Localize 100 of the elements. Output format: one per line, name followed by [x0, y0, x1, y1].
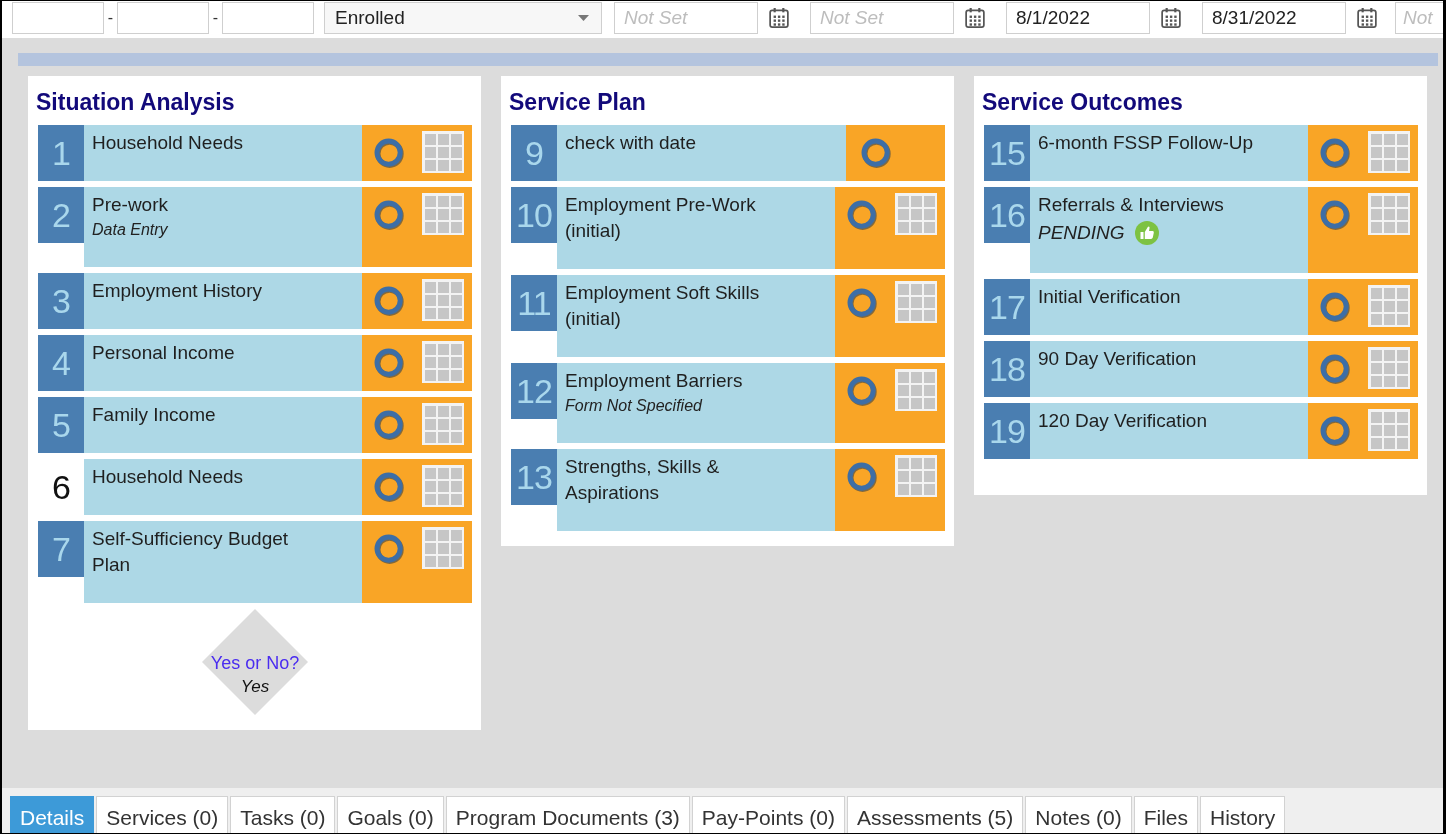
caret-icon [578, 15, 589, 21]
tab[interactable]: Assessments (5) [846, 796, 1024, 833]
ring-icon[interactable] [374, 348, 404, 378]
ring-icon[interactable] [847, 462, 877, 492]
tab[interactable]: Services (0) [96, 796, 229, 833]
grid-icon[interactable] [422, 279, 464, 321]
step-label: 90 Day Verification [1038, 347, 1197, 371]
step-label: Referrals & Interviews [1038, 193, 1224, 217]
step-label: Household Needs [92, 131, 244, 155]
grid-icon[interactable] [895, 193, 937, 235]
step-label: Employment Pre-Work (initial) [565, 193, 757, 243]
grid-icon[interactable] [895, 455, 937, 497]
step-number: 18 [984, 341, 1030, 397]
ring-icon[interactable] [847, 288, 877, 318]
step-number: 1 [38, 125, 84, 181]
ring-icon[interactable] [374, 200, 404, 230]
ring-icon[interactable] [847, 376, 877, 406]
step-label: 120 Day Verification [1038, 409, 1207, 433]
step-number: 12 [511, 363, 557, 419]
step-number: 9 [511, 125, 557, 181]
grid-icon[interactable] [1368, 131, 1410, 173]
date-field[interactable]: 8/31/2022 [1202, 2, 1346, 34]
decision-question-link[interactable]: Yes or No? [210, 651, 300, 675]
step-number: 4 [38, 335, 84, 391]
id-separator: - [211, 8, 220, 28]
tab[interactable]: Goals (0) [337, 796, 444, 833]
grid-icon[interactable] [895, 281, 937, 323]
step-number: 11 [511, 275, 557, 331]
ring-icon[interactable] [1320, 200, 1350, 230]
ring-icon[interactable] [374, 472, 404, 502]
ring-icon[interactable] [1320, 354, 1350, 384]
date-field[interactable]: Not Set [810, 2, 954, 34]
step-label: Household Needs [92, 465, 244, 489]
step-note: Data Entry [92, 220, 168, 240]
step-label: check with date [565, 131, 696, 155]
step-number: 6 [51, 466, 71, 508]
ring-icon[interactable] [1320, 292, 1350, 322]
grid-icon[interactable] [422, 465, 464, 507]
grid-icon[interactable] [422, 131, 464, 173]
step-label: Family Income [92, 403, 216, 427]
grid-icon[interactable] [1368, 409, 1410, 451]
step-label: Personal Income [92, 341, 235, 365]
grid-icon[interactable] [895, 369, 937, 411]
grid-icon[interactable] [422, 403, 464, 445]
step-number: 16 [984, 187, 1030, 243]
step-number: 3 [38, 273, 84, 329]
status-select[interactable]: Enrolled [324, 2, 602, 34]
tab[interactable]: History [1200, 796, 1286, 833]
grid-icon[interactable] [422, 193, 464, 235]
calendar-icon[interactable] [769, 8, 789, 28]
ring-icon[interactable] [374, 534, 404, 564]
step-number: 5 [38, 397, 84, 453]
step-label: Employment History [92, 279, 262, 303]
calendar-icon[interactable] [1161, 8, 1181, 28]
step-number: 19 [984, 403, 1030, 459]
tab[interactable]: Program Documents (3) [445, 796, 690, 833]
step-label: Initial Verification [1038, 285, 1181, 309]
step-number: 17 [984, 279, 1030, 335]
section-title: Service Outcomes [982, 88, 1183, 116]
date-field[interactable]: 8/1/2022 [1006, 2, 1150, 34]
grid-icon[interactable] [422, 527, 464, 569]
step-number: 13 [511, 449, 557, 505]
tab[interactable]: Pay-Points (0) [691, 796, 845, 833]
decision-answer: Yes [240, 676, 270, 698]
ring-icon[interactable] [374, 138, 404, 168]
step-label: Employment Barriers [565, 369, 743, 393]
tab[interactable]: Tasks (0) [230, 796, 336, 833]
date-field[interactable]: Not Set [614, 2, 758, 34]
id-separator: - [106, 8, 115, 28]
id-input[interactable] [12, 2, 104, 34]
step-label: Pre-work [92, 193, 168, 217]
step-label: 6-month FSSP Follow-Up [1038, 131, 1254, 155]
ring-icon[interactable] [847, 200, 877, 230]
grid-icon[interactable] [1368, 347, 1410, 389]
ring-icon[interactable] [374, 286, 404, 316]
ring-icon[interactable] [374, 410, 404, 440]
tab[interactable]: Notes (0) [1025, 796, 1132, 833]
step-number: 10 [511, 187, 557, 243]
status-text: PENDING [1038, 221, 1125, 245]
step-label: Self-Sufficiency Budget Plan [92, 527, 290, 577]
date-field[interactable]: Not [1395, 2, 1443, 34]
step-label: Strengths, Skills & Aspirations [565, 455, 721, 505]
calendar-icon[interactable] [1357, 8, 1377, 28]
grid-icon[interactable] [1368, 193, 1410, 235]
section-title: Situation Analysis [36, 88, 235, 116]
grid-icon[interactable] [1368, 285, 1410, 327]
id-input[interactable] [222, 2, 314, 34]
step-label: Employment Soft Skills (initial) [565, 281, 761, 331]
grid-icon[interactable] [422, 341, 464, 383]
ring-icon[interactable] [861, 138, 891, 168]
ring-icon[interactable] [1320, 138, 1350, 168]
section-title: Service Plan [509, 88, 646, 116]
step-number: 15 [984, 125, 1030, 181]
step-note: Form Not Specified [565, 396, 702, 416]
calendar-icon[interactable] [965, 8, 985, 28]
tab[interactable]: Files [1133, 796, 1198, 833]
id-input[interactable] [117, 2, 209, 34]
step-number: 7 [38, 521, 84, 577]
ring-icon[interactable] [1320, 416, 1350, 446]
step-number: 2 [38, 187, 84, 243]
